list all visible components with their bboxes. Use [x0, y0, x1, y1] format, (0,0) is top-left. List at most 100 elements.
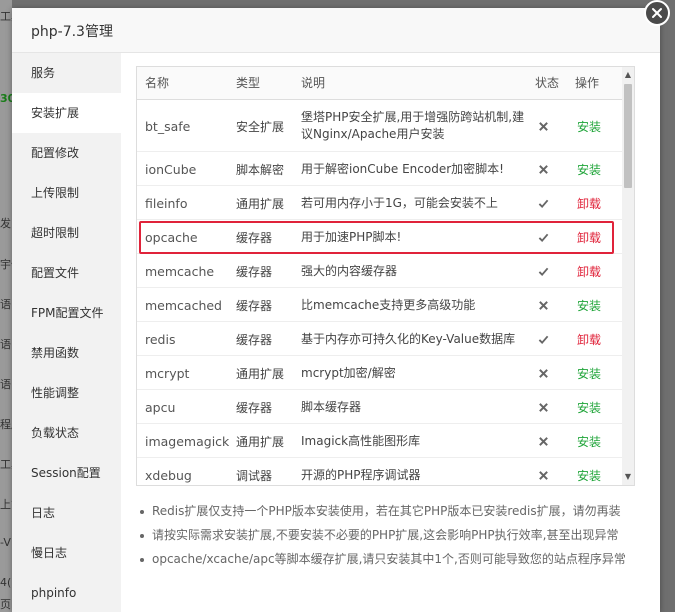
- cross-icon: [534, 288, 552, 322]
- cross-icon: [534, 390, 552, 424]
- install-link[interactable]: 安装: [569, 288, 609, 322]
- row-highlight-box: [139, 221, 614, 254]
- table-row: imagemagick 通用扩展 Imagick高性能图形库 安装: [137, 424, 622, 458]
- table-row: apcu 缓存器 脚本缓存器 安装: [137, 390, 622, 424]
- extension-name: memcache: [145, 263, 215, 279]
- background-text: 工具: [0, 10, 12, 23]
- sidebar-item[interactable]: 服务: [12, 53, 121, 93]
- sidebar-item[interactable]: 配置文件: [12, 253, 121, 293]
- sidebar-item[interactable]: 禁用函数: [12, 333, 121, 373]
- extension-name: imagemagick: [145, 433, 230, 449]
- extension-type: 安全扩展: [236, 119, 285, 134]
- cross-icon: [534, 424, 552, 458]
- php-manager-dialog: php-7.3管理 服务 安装扩展 配置修改 上传限制 超时限制 配置文件 FPM配置文件禁…: [12, 8, 660, 612]
- extension-description: 开源的PHP程序调试器: [301, 467, 421, 482]
- background-text: 宇值: [0, 258, 12, 271]
- extension-description: 若可用内存小于1G，可能会安装不上: [301, 195, 498, 210]
- cross-icon: [534, 356, 552, 390]
- sidebar-item[interactable]: 性能调整: [12, 373, 121, 413]
- sidebar-item[interactable]: 负载状态: [12, 413, 121, 453]
- extension-type: 通用扩展: [236, 366, 285, 381]
- uninstall-link[interactable]: 卸载: [569, 322, 609, 356]
- table-row: bt_safe 安全扩展 堡塔PHP安全扩展,用于增强防跨站机制,建议Nginx/A…: [137, 100, 622, 152]
- table-header: 名称 类型 说明 状态 操作: [137, 67, 622, 100]
- install-link[interactable]: 安装: [569, 152, 609, 186]
- extension-description: 堡塔PHP安全扩展,用于增强防跨站机制,建议Nginx/Apache用户安装: [301, 110, 525, 141]
- column-header-desc: 说明: [301, 76, 326, 90]
- table-row: xdebug 调试器 开源的PHP程序调试器 安装: [137, 458, 622, 485]
- uninstall-link[interactable]: 卸载: [569, 254, 609, 288]
- scroll-thumb[interactable]: [624, 84, 632, 188]
- extension-name: fileinfo: [145, 195, 188, 211]
- extension-description: 比memcache支持更多高级功能: [301, 297, 476, 312]
- background-text: 语: [0, 298, 11, 311]
- sidebar-item[interactable]: phpinfo: [12, 573, 121, 612]
- background-text: 4(: [0, 576, 12, 589]
- sidebar-item[interactable]: 日志: [12, 493, 121, 533]
- sidebar-item[interactable]: FPM配置文件: [12, 293, 121, 333]
- table-row: memcache 缓存器 强大的内容缓存器 卸载: [137, 254, 622, 288]
- extension-name: redis: [145, 331, 176, 347]
- extension-type: 通用扩展: [236, 434, 285, 449]
- note-item: Redis扩展仅支持一个PHP版本安装使用，若在其它PHP版本已安装redis扩…: [136, 503, 656, 527]
- column-header-op: 操作: [575, 76, 600, 90]
- extension-type: 缓存器: [236, 332, 273, 347]
- cross-icon: [534, 152, 552, 186]
- table-row: fileinfo 通用扩展 若可用内存小于1G，可能会安装不上 卸载: [137, 186, 622, 220]
- sidebar: 服务 安装扩展 配置修改 上传限制 超时限制 配置文件 FPM配置文件 禁用函数 性能调整 负载状…: [12, 53, 121, 612]
- install-link[interactable]: 安装: [569, 100, 609, 152]
- extension-name: bt_safe: [145, 118, 191, 134]
- sidebar-item[interactable]: 配置修改: [12, 133, 121, 173]
- extension-name: mcrypt: [145, 365, 190, 381]
- background-page: 工具 30 发 宇值 语 语 语 程序 工具 上能 -V 4( 页: [0, 0, 12, 612]
- check-icon: [534, 322, 552, 356]
- extension-description: 强大的内容缓存器: [301, 263, 398, 278]
- extension-type: 缓存器: [236, 264, 273, 279]
- close-icon[interactable]: [644, 0, 670, 26]
- extension-type: 脚本解密: [236, 162, 285, 177]
- table-row: memcached 缓存器 比memcache支持更多高级功能 安装: [137, 288, 622, 322]
- sidebar-item[interactable]: 超时限制: [12, 213, 121, 253]
- check-icon: [534, 254, 552, 288]
- install-link[interactable]: 安装: [569, 356, 609, 390]
- background-text: 语: [0, 378, 11, 391]
- check-icon: [534, 186, 552, 220]
- table-row: mcrypt 通用扩展 mcrypt加密/解密 安装: [137, 356, 622, 390]
- background-text: 程序: [0, 418, 12, 431]
- table-row: redis 缓存器 基于内存亦可持久化的Key-Value数据库 卸载: [137, 322, 622, 356]
- uninstall-link[interactable]: 卸载: [569, 186, 609, 220]
- scroll-down-arrow-icon[interactable]: ▼: [624, 473, 632, 481]
- install-link[interactable]: 安装: [569, 390, 609, 424]
- background-text: 页: [0, 598, 11, 611]
- column-header-name: 名称: [145, 76, 170, 90]
- background-text: 30: [0, 92, 12, 105]
- cross-icon: [534, 458, 552, 485]
- install-link[interactable]: 安装: [569, 458, 609, 485]
- extension-name: ionCube: [145, 161, 197, 177]
- extension-type: 通用扩展: [236, 196, 285, 211]
- extension-name: xdebug: [145, 467, 192, 483]
- extension-description: 用于解密ionCube Encoder加密脚本!: [301, 161, 504, 176]
- extension-description: 基于内存亦可持久化的Key-Value数据库: [301, 331, 516, 346]
- scroll-up-arrow-icon[interactable]: ▲: [624, 71, 632, 79]
- install-link[interactable]: 安装: [569, 424, 609, 458]
- column-header-type: 类型: [236, 76, 261, 90]
- extension-name: apcu: [145, 399, 176, 415]
- background-text: -V: [0, 536, 11, 549]
- table-row: ionCube 脚本解密 用于解密ionCube Encoder加密脚本! 安装: [137, 152, 622, 186]
- extension-description: Imagick高性能图形库: [301, 433, 421, 448]
- extensions-table: 名称 类型 说明 状态 操作 bt_safe 安全扩展 堡塔PHP安全扩展,用于增强…: [136, 66, 635, 486]
- dialog-title: php-7.3管理: [31, 24, 113, 40]
- sidebar-item[interactable]: 上传限制: [12, 173, 121, 213]
- sidebar-item[interactable]: 安装扩展: [12, 93, 121, 133]
- sidebar-item[interactable]: Session配置: [12, 453, 121, 493]
- table-scrollbar[interactable]: ▲ ▼: [622, 67, 634, 485]
- background-text: 工具: [0, 458, 12, 471]
- dialog-header: php-7.3管理: [12, 8, 660, 53]
- cross-icon: [534, 100, 552, 152]
- background-text: 语: [0, 338, 11, 351]
- sidebar-item[interactable]: 慢日志: [12, 533, 121, 573]
- extension-type: 缓存器: [236, 298, 273, 313]
- background-text: 发: [0, 217, 11, 230]
- extension-description: 脚本缓存器: [301, 399, 362, 414]
